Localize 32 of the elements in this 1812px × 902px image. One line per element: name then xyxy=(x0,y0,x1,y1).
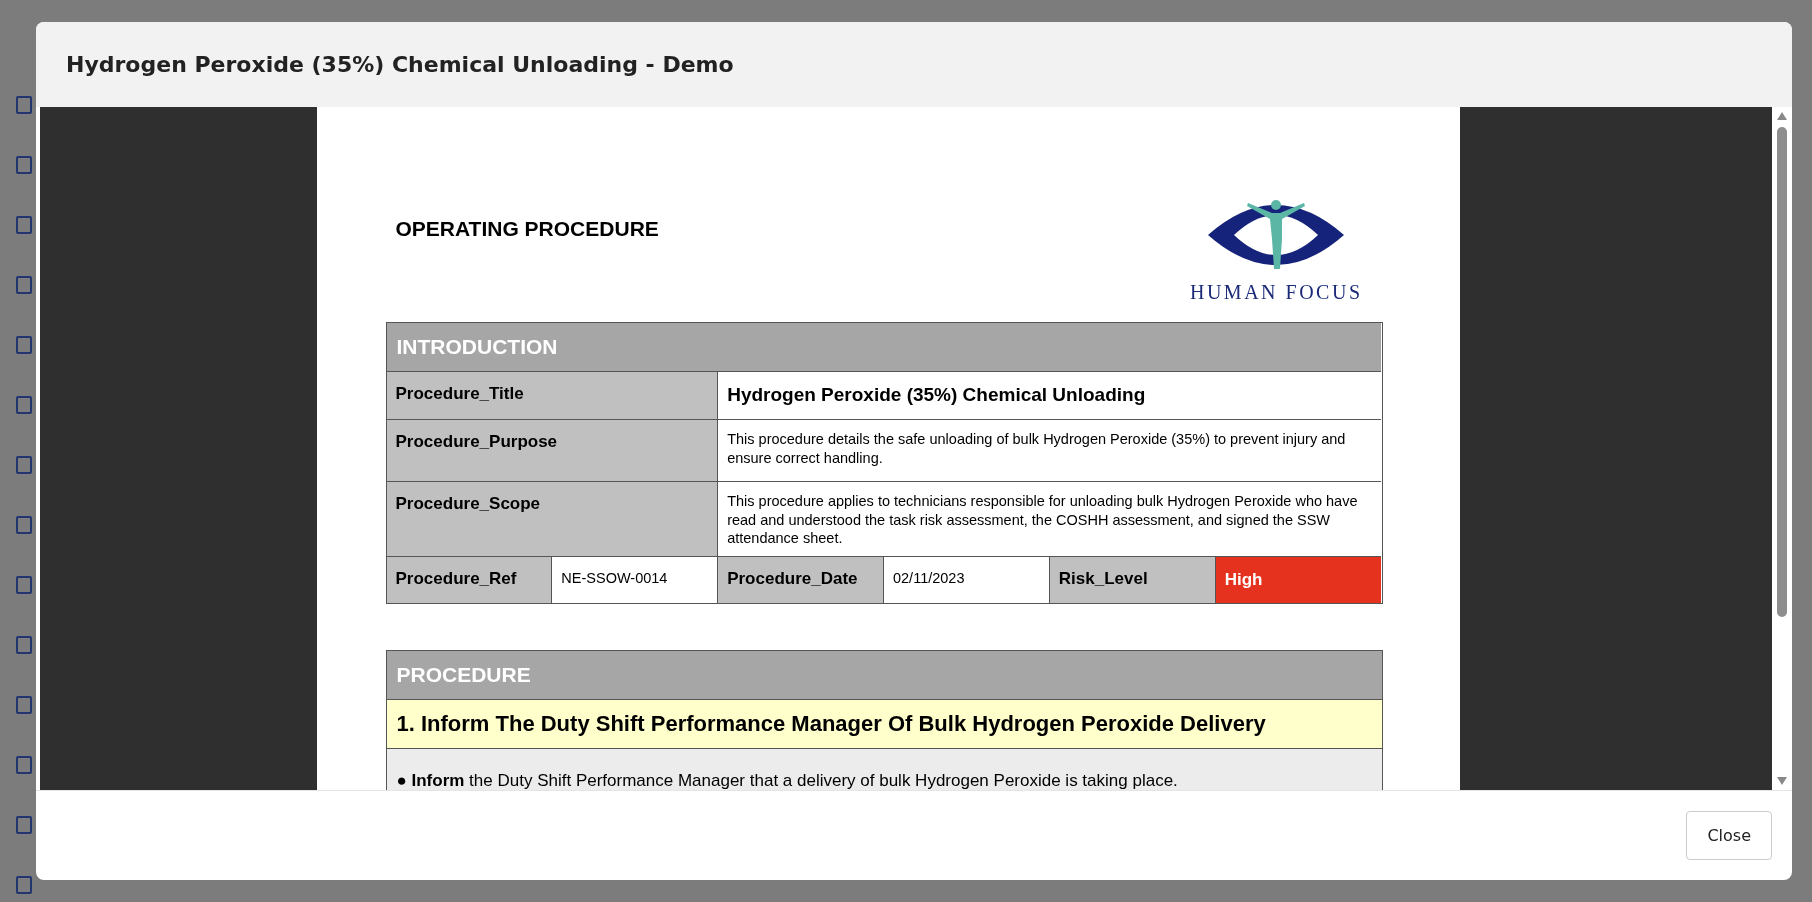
label-cell: Procedure_Title xyxy=(386,372,719,420)
sidebar-icon[interactable] xyxy=(14,155,34,175)
sidebar-icon[interactable] xyxy=(14,215,34,235)
step-title: 1. Inform The Duty Shift Performance Manager Of Bulk Hydrogen Peroxide Delivery xyxy=(386,700,1382,750)
label-cell: Procedure_Ref xyxy=(386,557,553,604)
label-cell: Risk_Level xyxy=(1049,557,1216,604)
logo-text: HUMAN FOCUS xyxy=(1189,281,1363,304)
document-heading: OPERATING PROCEDURE xyxy=(395,217,659,241)
scroll-down-icon[interactable] xyxy=(1776,776,1788,786)
value-cell: High xyxy=(1215,557,1382,604)
sidebar-icon[interactable] xyxy=(14,695,34,715)
dialog-title: Hydrogen Peroxide (35%) Chemical Unloading - Demo xyxy=(66,52,734,77)
sidebar-icon[interactable] xyxy=(14,815,34,835)
sidebar-icon[interactable] xyxy=(14,875,34,895)
sidebar-icon[interactable] xyxy=(14,95,34,115)
sidebar-icon[interactable] xyxy=(14,395,34,415)
label-cell: Procedure_Scope xyxy=(386,481,719,558)
sidebar-icon[interactable] xyxy=(14,635,34,655)
section-heading: PROCEDURE xyxy=(386,651,1382,701)
label-cell: Procedure_Purpose xyxy=(386,419,719,482)
step-text: ● Inform the Duty Shift Performance Manager that a delivery of bulk Hydrogen Peroxide is taking place. xyxy=(386,749,1382,790)
scrollbar-thumb[interactable] xyxy=(1777,127,1787,617)
label-cell: Procedure_Date xyxy=(718,557,884,604)
sidebar-icon[interactable] xyxy=(14,335,34,355)
close-button[interactable]: Close xyxy=(1686,811,1772,860)
sidebar-icon[interactable] xyxy=(14,275,34,295)
sidebar-icon[interactable] xyxy=(14,455,34,475)
section-heading: INTRODUCTION xyxy=(386,323,1382,372)
sidebar-icon[interactable] xyxy=(14,515,34,535)
sidebar-icon[interactable] xyxy=(14,575,34,595)
sidebar-icon[interactable] xyxy=(14,755,34,775)
scroll-up-icon[interactable] xyxy=(1776,111,1788,121)
